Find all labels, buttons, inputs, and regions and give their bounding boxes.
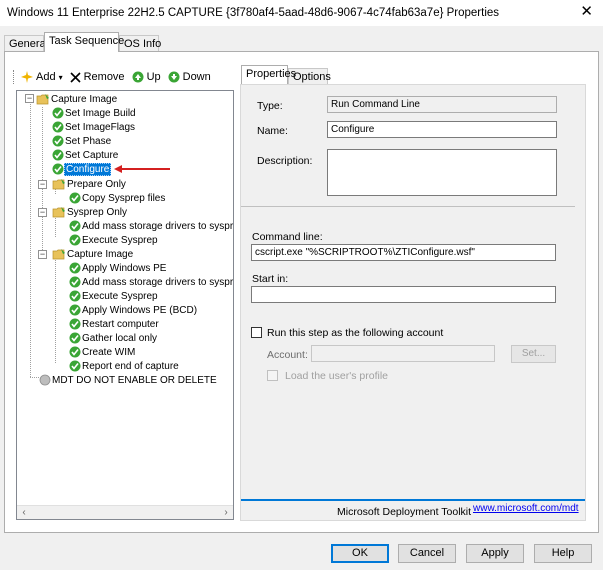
remove-button[interactable]: Remove: [70, 71, 125, 83]
toolbar: Add ▾ Remove Up Down: [13, 68, 218, 86]
tree-item[interactable]: Report end of capture: [69, 359, 180, 373]
mdt-website-link[interactable]: www.microsoft.com/mdt: [473, 503, 579, 514]
type-field: Run Command Line: [327, 96, 557, 113]
tree-item[interactable]: Prepare Only: [52, 177, 127, 191]
down-button[interactable]: Down: [168, 71, 211, 83]
tree-item[interactable]: Restart computer: [69, 317, 160, 331]
folder-icon: [52, 249, 65, 260]
title-bar: Windows 11 Enterprise 22H2.5 CAPTURE {3f…: [0, 0, 603, 26]
run-as-label: Run this step as the following account: [267, 327, 444, 339]
add-button[interactable]: Add ▾: [21, 71, 63, 83]
name-field[interactable]: Configure: [327, 121, 557, 138]
tree-item-selected[interactable]: Configure: [52, 162, 112, 176]
apply-button[interactable]: Apply: [466, 544, 524, 563]
check-icon: [69, 234, 81, 246]
tree-item[interactable]: Add mass storage drivers to sysprep.ir: [69, 219, 233, 233]
chevron-down-icon: ▾: [58, 72, 63, 82]
tree-item[interactable]: MDT DO NOT ENABLE OR DELETE: [39, 373, 218, 387]
scroll-right-icon[interactable]: ›: [219, 506, 233, 520]
command-line-label: Command line:: [252, 231, 323, 243]
task-sequence-tree[interactable]: − Capture Image Set Image Build Set Imag…: [16, 90, 234, 520]
tree-item[interactable]: Create WIM: [69, 345, 136, 359]
check-icon: [69, 276, 81, 288]
add-star-icon: [21, 71, 33, 83]
tree-item[interactable]: Gather local only: [69, 331, 158, 345]
tree-item[interactable]: Copy Sysprep files: [69, 191, 166, 205]
tree-item[interactable]: Set Phase: [52, 134, 112, 148]
red-arrow-annotation-icon: [114, 165, 170, 173]
properties-panel: Type: Run Command Line Name: Configure D…: [240, 84, 586, 521]
tree-connector: [30, 377, 39, 378]
check-icon: [69, 360, 81, 372]
disabled-step-icon: [39, 374, 51, 386]
tab-properties[interactable]: Properties: [241, 65, 296, 84]
tree-item[interactable]: Capture Image: [52, 247, 134, 261]
tree-item[interactable]: Apply Windows PE: [69, 261, 167, 275]
remove-x-icon: [70, 71, 81, 83]
tree-item[interactable]: Execute Sysprep: [69, 233, 159, 247]
check-icon: [69, 290, 81, 302]
description-label: Description:: [257, 155, 313, 167]
check-icon: [52, 107, 64, 119]
tree-item[interactable]: Apply Windows PE (BCD): [69, 303, 198, 317]
toolbar-grip: [13, 70, 15, 84]
type-label: Type:: [257, 100, 283, 112]
tree-connector: [55, 255, 56, 363]
tab-general[interactable]: General: [4, 35, 48, 52]
check-icon: [52, 135, 64, 147]
check-icon: [52, 149, 64, 161]
name-label: Name:: [257, 125, 288, 137]
tab-os-info[interactable]: OS Info: [119, 35, 161, 52]
check-icon: [52, 163, 64, 175]
folder-icon: [52, 207, 65, 218]
arrow-up-icon: [132, 71, 144, 83]
close-icon[interactable]: ✕: [580, 3, 593, 21]
check-icon: [69, 262, 81, 274]
folder-icon: [36, 94, 49, 105]
check-icon: [69, 318, 81, 330]
account-field: [311, 345, 495, 362]
command-line-field[interactable]: cscript.exe "%SCRIPTROOT%\ZTIConfigure.w…: [251, 244, 556, 261]
collapse-toggle[interactable]: −: [38, 180, 47, 189]
tree-item[interactable]: Set Capture: [52, 148, 119, 162]
up-button[interactable]: Up: [132, 71, 161, 83]
load-profile-checkbox: [267, 370, 278, 381]
tree-item[interactable]: Sysprep Only: [52, 205, 128, 219]
window-title: Windows 11 Enterprise 22H2.5 CAPTURE {3f…: [7, 7, 500, 19]
tab-task-sequence[interactable]: Task Sequence: [44, 32, 124, 52]
tree-horizontal-scrollbar[interactable]: ‹ ›: [17, 505, 233, 519]
run-as-checkbox[interactable]: [251, 327, 262, 338]
tree-item[interactable]: Execute Sysprep: [69, 289, 159, 303]
tree-item[interactable]: Set ImageFlags: [52, 120, 136, 134]
collapse-toggle[interactable]: −: [38, 250, 47, 259]
check-icon: [69, 346, 81, 358]
ok-button[interactable]: OK: [331, 544, 389, 563]
check-icon: [69, 220, 81, 232]
tree-item[interactable]: Set Image Build: [52, 106, 137, 120]
footer-divider: [241, 499, 585, 501]
account-label: Account:: [267, 349, 308, 361]
check-icon: [69, 304, 81, 316]
arrow-down-icon: [168, 71, 180, 83]
description-field[interactable]: [327, 149, 557, 196]
collapse-toggle[interactable]: −: [38, 208, 47, 217]
check-icon: [69, 192, 81, 204]
footer-text: Microsoft Deployment Toolkit: [337, 506, 472, 518]
scroll-left-icon[interactable]: ‹: [17, 506, 31, 520]
cancel-button[interactable]: Cancel: [398, 544, 456, 563]
check-icon: [52, 121, 64, 133]
start-in-field[interactable]: [251, 286, 556, 303]
check-icon: [69, 332, 81, 344]
tree-connector: [30, 101, 31, 377]
collapse-toggle[interactable]: −: [25, 94, 34, 103]
tree-item[interactable]: Capture Image: [36, 92, 118, 106]
start-in-label: Start in:: [252, 273, 289, 285]
tree-item[interactable]: Add mass storage drivers to sysprep.ir: [69, 275, 233, 289]
load-profile-label: Load the user's profile: [285, 370, 388, 382]
set-button: Set...: [511, 345, 556, 363]
help-button[interactable]: Help: [534, 544, 592, 563]
divider: [241, 206, 575, 207]
folder-icon: [52, 179, 65, 190]
